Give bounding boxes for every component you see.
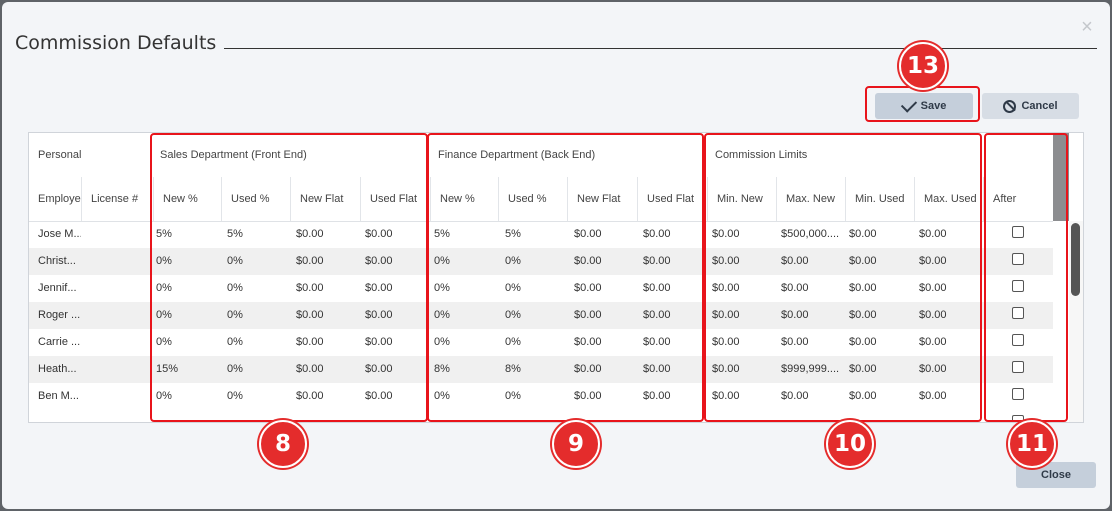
cell-employee[interactable]: Roger ...	[38, 302, 81, 329]
cell-license[interactable]	[90, 329, 148, 356]
callout-badge-8: 8	[259, 420, 307, 468]
callout-badge-10: 10	[826, 420, 874, 468]
highlight-sales-columns	[150, 133, 428, 422]
col-header-employee[interactable]: Employe	[29, 177, 81, 221]
cell-license[interactable]	[90, 383, 148, 410]
highlight-save-button	[865, 86, 980, 122]
cell-employee[interactable]: Jennif...	[38, 275, 81, 302]
highlight-limits-columns	[704, 133, 982, 422]
cell-license[interactable]	[90, 275, 148, 302]
cell-employee[interactable]: Heath...	[38, 356, 81, 383]
cell-license[interactable]	[90, 221, 148, 248]
cell-employee[interactable]: Christ...	[38, 248, 81, 275]
cancel-button[interactable]: Cancel	[982, 93, 1079, 119]
cell-license[interactable]	[90, 356, 148, 383]
title-divider	[224, 48, 1097, 49]
cancel-label: Cancel	[1021, 100, 1058, 112]
group-header-personal: Personal	[38, 149, 82, 161]
ban-icon	[1003, 99, 1017, 113]
callout-badge-11: 11	[1008, 420, 1056, 468]
highlight-finance-columns	[427, 133, 704, 422]
cell-employee[interactable]: Jose M...	[38, 221, 81, 248]
close-icon[interactable]: ×	[1078, 17, 1096, 37]
dialog-title: Commission Defaults	[15, 32, 217, 54]
cell-license[interactable]	[90, 302, 148, 329]
cell-employee[interactable]: Ben M...	[38, 383, 81, 410]
col-header-license[interactable]: License #	[81, 177, 153, 221]
cell-license[interactable]	[90, 248, 148, 275]
callout-badge-13: 13	[899, 42, 947, 90]
callout-badge-9: 9	[552, 420, 600, 468]
scrollbar-thumb[interactable]	[1071, 223, 1080, 296]
cell-employee[interactable]: Carrie ...	[38, 329, 81, 356]
highlight-after-column	[984, 133, 1068, 422]
